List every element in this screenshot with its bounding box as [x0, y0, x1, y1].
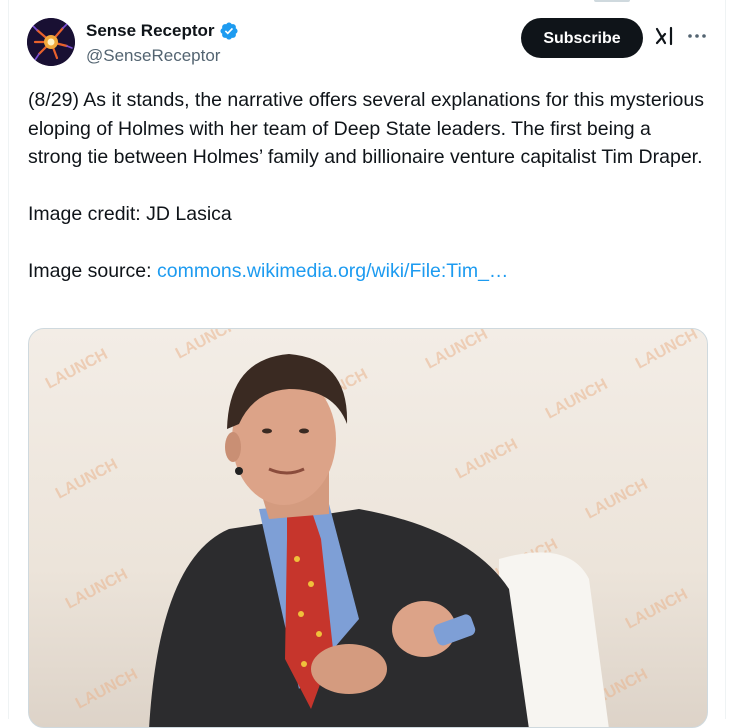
image-source-link[interactable]: commons.wikimedia.org/wiki/File:Tim_… — [157, 260, 508, 282]
backdrop-logo: LAUNCH — [73, 666, 141, 713]
backdrop-logo: LAUNCH — [453, 436, 521, 483]
verified-badge-icon — [219, 21, 239, 41]
tweet-card: Sense Receptor @SenseReceptor Subscribe … — [8, 0, 726, 728]
image-credit: Image credit: JD Lasica — [28, 203, 232, 225]
backdrop-logo: LAUNCH — [633, 329, 701, 373]
backdrop-logo: LAUNCH — [583, 476, 651, 523]
backdrop-logo: LAUNCH — [173, 329, 241, 363]
grok-icon[interactable] — [653, 24, 677, 48]
backdrop-logo: LAUNCH — [543, 376, 611, 423]
subscribe-button[interactable]: Subscribe — [521, 18, 643, 58]
backdrop-logo: LAUNCH — [43, 346, 111, 393]
backdrop-logo: LAUNCH — [53, 456, 121, 503]
image-source-label: Image source: — [28, 260, 157, 282]
neuron-avatar-icon[interactable] — [27, 18, 75, 66]
backdrop-logo: LAUNCH — [423, 329, 491, 373]
tweet-text: (8/29) As it stands, the narrative offer… — [28, 86, 708, 314]
tweet-paragraph: (8/29) As it stands, the narrative offer… — [28, 89, 704, 168]
backdrop-logo: LAUNCH — [623, 586, 691, 633]
tweet-media-photo[interactable]: LAUNCH LAUNCH LAUNCH LAUNCH LAUNCH LAUNC… — [28, 328, 708, 728]
author-display-name[interactable]: Sense Receptor — [86, 20, 215, 42]
scroll-indicator — [594, 0, 630, 2]
more-options-icon[interactable] — [685, 24, 709, 48]
image-source: Image source: commons.wikimedia.org/wiki… — [28, 257, 708, 286]
author-handle[interactable]: @SenseReceptor — [86, 45, 220, 67]
author-name-row[interactable]: Sense Receptor — [86, 20, 239, 42]
backdrop-logo: LAUNCH — [63, 566, 131, 613]
